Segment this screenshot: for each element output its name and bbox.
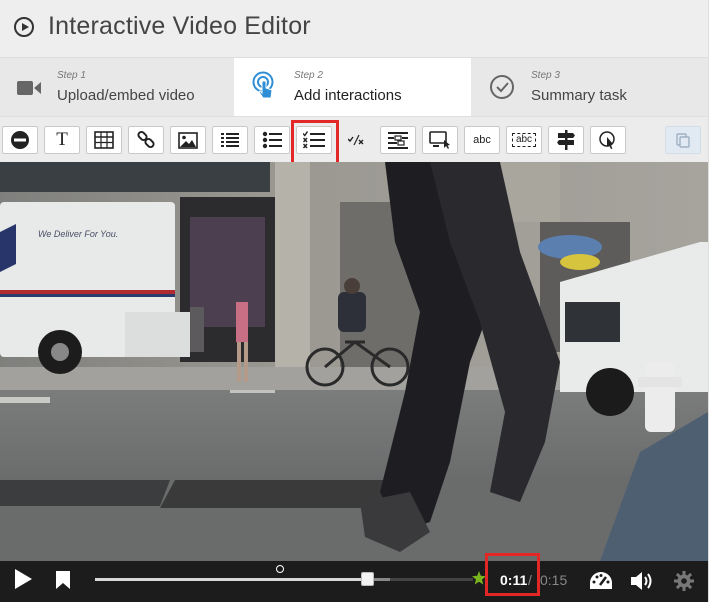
label-icon	[11, 131, 29, 149]
add-image-button[interactable]	[170, 126, 206, 154]
add-label-button[interactable]	[2, 126, 38, 154]
editor-title: Interactive Video Editor	[48, 12, 311, 40]
add-fill-in-blanks-button[interactable]	[380, 126, 416, 154]
add-text-button[interactable]: T	[44, 126, 80, 154]
step-label: Upload/embed video	[57, 87, 195, 104]
play-icon[interactable]	[13, 568, 33, 590]
step-label: Summary task	[531, 87, 627, 104]
settings-gear-icon[interactable]	[674, 571, 694, 591]
play-circle-icon	[14, 17, 34, 37]
single-choice-icon	[262, 131, 282, 149]
multiple-choice-icon	[303, 131, 325, 149]
text-icon: T	[56, 129, 68, 150]
paste-icon	[676, 133, 690, 148]
seek-bar-progress	[95, 578, 368, 581]
interactive-video-editor: Interactive Video Editor Step 1 Upload/e…	[0, 0, 709, 602]
mark-the-words-icon: abc	[473, 134, 491, 146]
link-icon	[137, 130, 155, 149]
step-number: Step 1	[57, 70, 86, 81]
step-number: Step 2	[294, 70, 323, 81]
check-circle-icon	[490, 75, 514, 99]
seek-bar-handle[interactable]	[361, 572, 375, 586]
add-crossroads-button[interactable]	[548, 126, 584, 154]
interactions-toolbar: T abc abc	[0, 116, 708, 169]
bookmark-icon[interactable]	[55, 570, 71, 590]
drag-and-drop-icon	[429, 131, 450, 149]
add-drag-and-drop-button[interactable]	[422, 126, 458, 154]
add-drag-text-button[interactable]: abc	[506, 126, 542, 154]
step-number: Step 3	[531, 70, 560, 81]
table-icon	[94, 131, 114, 149]
add-statements-button[interactable]	[212, 126, 248, 154]
volume-icon[interactable]	[630, 570, 654, 592]
video-camera-icon	[17, 81, 41, 95]
add-single-choice-button[interactable]	[254, 126, 290, 154]
image-icon	[178, 131, 198, 149]
paste-button[interactable]	[665, 126, 701, 154]
step-summary-task[interactable]: Step 3 Summary task	[471, 58, 708, 116]
current-time: 0:11	[500, 572, 528, 588]
add-true-false-button[interactable]	[338, 126, 374, 154]
step-add-interactions[interactable]: Step 2 Add interactions	[234, 58, 471, 116]
drag-text-icon: abc	[511, 133, 537, 147]
speedometer-icon[interactable]	[589, 570, 613, 592]
add-link-button[interactable]	[128, 126, 164, 154]
add-multiple-choice-button[interactable]	[296, 126, 332, 154]
video-player[interactable]: We Deliver For You.	[0, 162, 708, 561]
step-label: Add interactions	[294, 87, 402, 104]
true-false-icon	[348, 134, 364, 146]
truck-slogan: We Deliver For You.	[38, 229, 118, 239]
navigation-hotspot-icon	[599, 131, 615, 149]
editor-header: Interactive Video Editor	[0, 0, 708, 58]
touch-icon	[252, 71, 274, 99]
statements-icon	[221, 133, 239, 147]
total-time: 0:15	[540, 572, 568, 588]
step-upload-embed-video[interactable]: Step 1 Upload/embed video	[0, 58, 234, 116]
video-controls: 0:11 / 0:15	[0, 553, 708, 602]
time-separator: /	[528, 572, 532, 588]
step-tabs: Step 1 Upload/embed video Step 2 Add int…	[0, 58, 708, 116]
fill-in-blanks-icon	[388, 132, 408, 149]
add-mark-the-words-button[interactable]: abc	[464, 126, 500, 154]
bookmark-marker[interactable]	[276, 565, 284, 573]
add-navigation-hotspot-button[interactable]	[590, 126, 626, 154]
seek-bar[interactable]	[95, 565, 486, 586]
crossroads-icon	[557, 130, 575, 150]
video-frame-image: We Deliver For You.	[0, 162, 708, 561]
star-marker-icon[interactable]	[472, 571, 486, 585]
add-table-button[interactable]	[86, 126, 122, 154]
